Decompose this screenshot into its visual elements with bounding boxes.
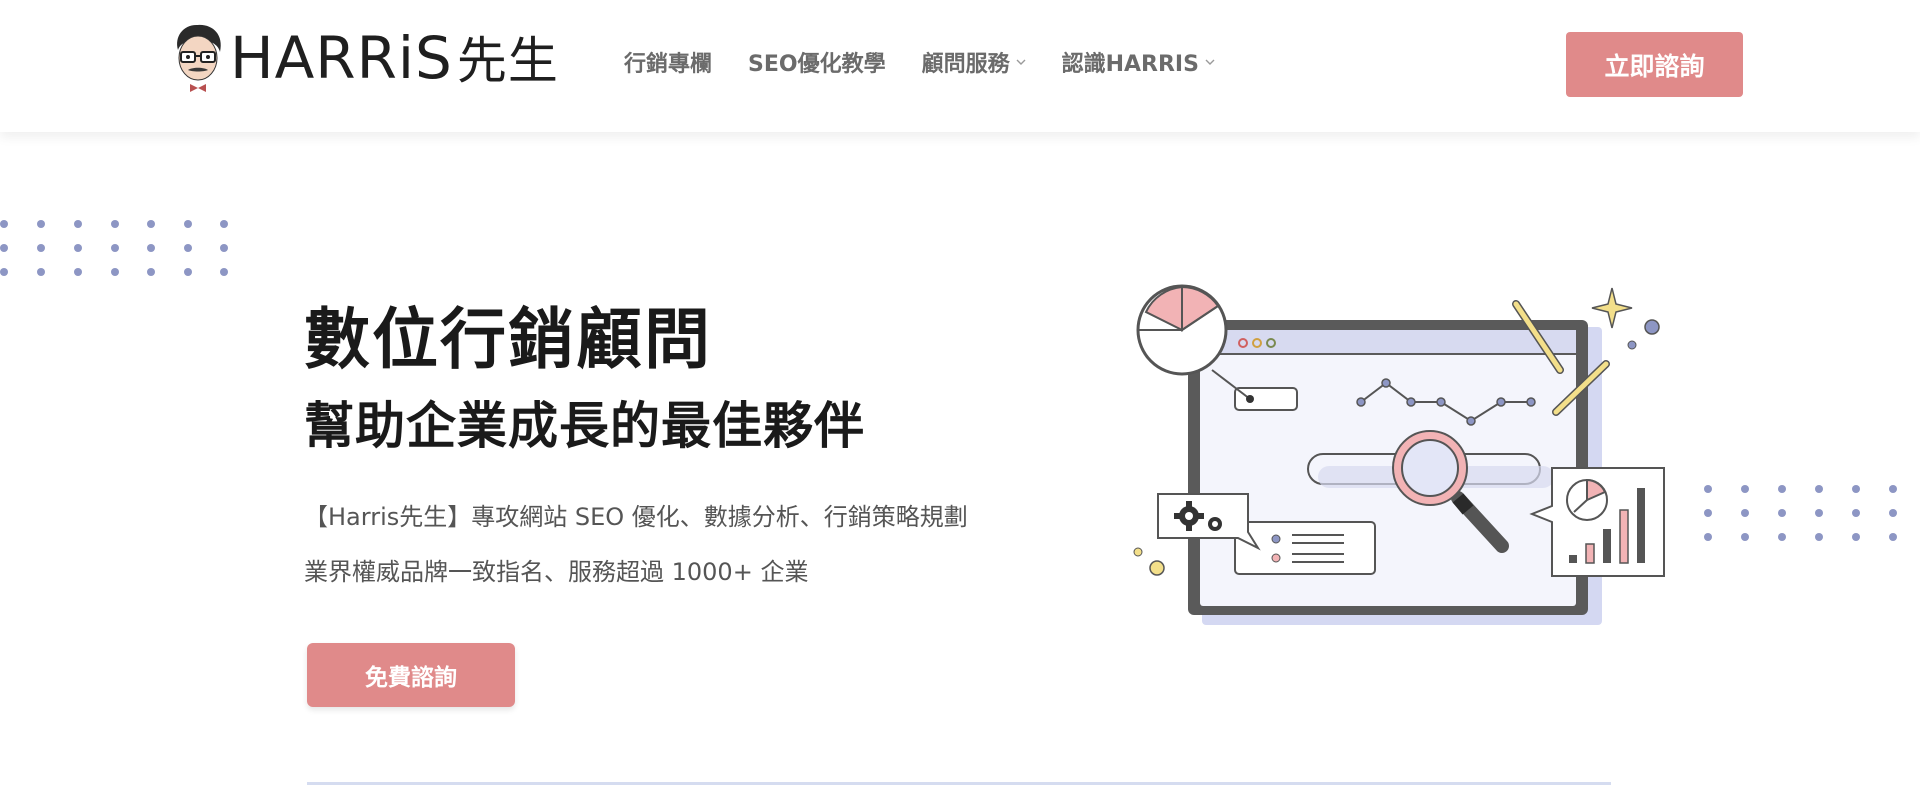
chevron-down-icon: [1205, 59, 1215, 65]
nav-item-marketing-column[interactable]: 行銷專欄: [624, 46, 712, 78]
nav-item-seo-tutorial[interactable]: SEO優化教學: [748, 46, 886, 78]
hero-subtitle: 幫助企業成長的最佳夥伴: [304, 397, 865, 455]
site-logo[interactable]: HARRiS先生: [170, 22, 559, 94]
decorative-dot-grid: [0, 220, 228, 276]
nav-item-about-harris[interactable]: 認識HARRIS: [1062, 46, 1215, 78]
hero-description-line: 【Harris先生】專攻網站 SEO 優化、數據分析、行銷策略規劃: [304, 503, 968, 531]
nav-item-label: 行銷專欄: [624, 52, 713, 77]
decorative-dot-grid: [1704, 485, 1897, 541]
site-header: HARRiS先生 行銷專欄 SEO優化教學 顧問服務 認識HARRIS 立即諮詢: [0, 0, 1920, 132]
section-divider: [307, 782, 1611, 785]
avatar-icon: [177, 24, 221, 92]
hero-description: 【Harris先生】專攻網站 SEO 優化、數據分析、行銷策略規劃 業界權威品牌…: [304, 490, 968, 600]
sparkle-icon: [1591, 287, 1633, 329]
hero-description-line: 業界權威品牌一致指名、服務超過 1000+ 企業: [304, 558, 809, 586]
consult-now-button[interactable]: 立即諮詢: [1566, 32, 1743, 97]
nav-item-label: 認識HARRIS: [1061, 52, 1199, 77]
logo-wordmark: HARRiS先生: [230, 24, 559, 92]
chevron-down-icon: [1016, 59, 1026, 65]
nav-item-label: 顧問服務: [921, 52, 1010, 77]
nav-item-consulting-services[interactable]: 顧問服務: [922, 46, 1026, 78]
main-nav: 行銷專欄 SEO優化教學 顧問服務 認識HARRIS: [624, 46, 1251, 78]
hero-title: 數位行銷顧問: [304, 301, 712, 378]
nav-item-label: SEO優化教學: [748, 52, 886, 77]
seo-analytics-illustration: [1133, 284, 1665, 625]
free-consultation-button[interactable]: 免費諮詢: [307, 643, 515, 707]
bar-chart-icon: [1529, 467, 1665, 577]
pie-chart-icon: [1136, 284, 1228, 376]
